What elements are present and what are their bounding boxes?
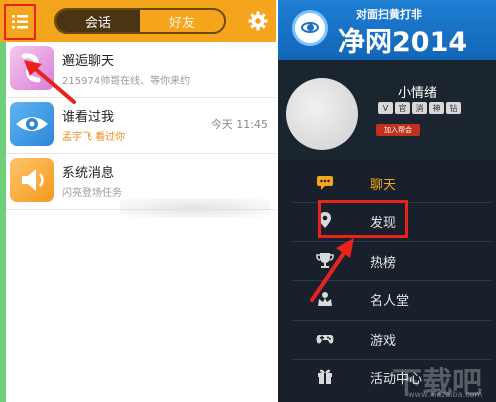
- menu-icon: [12, 15, 28, 29]
- menu-label: 聊天: [370, 178, 397, 193]
- god-badge: 神: [429, 102, 444, 114]
- crown-icon: [318, 292, 332, 306]
- chat-icon: [317, 176, 333, 190]
- list-item-encounter-chat[interactable]: 邂逅聊天 215974帅哥在线、等你来约: [6, 42, 276, 98]
- menu-label: 热榜: [370, 256, 397, 271]
- trophy-icon: [316, 253, 334, 268]
- avatar[interactable]: [286, 78, 358, 150]
- top-bar: 会话 好友: [0, 0, 276, 42]
- list-item-who-viewed-me[interactable]: 谁看过我 孟宇飞 看过你 今天 11:45: [6, 98, 276, 154]
- chat-app-icon: [10, 46, 54, 90]
- right-screen: 对面扫黄打非 净网2014 小情绪 V 官 消 神 钻 加入帮会 聊天 发现 热…: [278, 0, 496, 402]
- menu-item-games[interactable]: 游戏: [278, 318, 496, 358]
- tab-chat[interactable]: 会话: [56, 10, 140, 32]
- banner: 对面扫黄打非 净网2014: [278, 0, 496, 60]
- menu-label: 游戏: [370, 334, 397, 349]
- banner-title: 净网2014: [338, 27, 468, 58]
- menu-item-chat[interactable]: 聊天: [278, 162, 496, 202]
- row-title: 谁看过我: [62, 110, 115, 125]
- row-subtitle: 215974帅哥在线、等你来约: [62, 76, 191, 87]
- tab-switcher: 会话 好友: [54, 8, 226, 34]
- highlight-annotation: [318, 200, 408, 238]
- menu-button[interactable]: [4, 4, 36, 40]
- eye-icon: [10, 102, 54, 146]
- official-badge: 官: [395, 102, 410, 114]
- profile-card[interactable]: 小情绪 V 官 消 神 钻 加入帮会: [278, 60, 496, 160]
- gift-icon: [318, 369, 332, 384]
- left-screen: 会话 好友 邂逅聊天 215974帅哥在线、等你来约 谁看过我 孟宇飞 看过你 …: [0, 0, 276, 402]
- profile-name: 小情绪: [398, 86, 438, 101]
- gamepad-icon: [316, 335, 334, 344]
- eye-logo-icon: [292, 10, 328, 46]
- vip-badge: V: [378, 102, 393, 114]
- menu-item-hot-list[interactable]: 热榜: [278, 240, 496, 280]
- row-title: 邂逅聊天: [62, 54, 115, 69]
- menu-item-activity-center[interactable]: 活动中心: [278, 356, 496, 396]
- badge-row: V 官 消 神 钻: [378, 102, 461, 114]
- gear-icon[interactable]: [248, 11, 268, 31]
- row-subtitle: 孟宇飞 看过你: [62, 132, 126, 143]
- speaker-icon: [10, 158, 54, 202]
- screen-smudge: [120, 198, 270, 218]
- tab-friends[interactable]: 好友: [140, 10, 224, 32]
- menu-label: 名人堂: [370, 294, 410, 309]
- message-badge: 消: [412, 102, 427, 114]
- row-time: 今天 11:45: [210, 118, 268, 131]
- row-title: 系统消息: [62, 166, 115, 181]
- diamond-badge: 钻: [446, 102, 461, 114]
- menu-item-hall-of-fame[interactable]: 名人堂: [278, 278, 496, 318]
- menu-label: 活动中心: [370, 372, 423, 387]
- row-subtitle: 闪亮登场任务: [62, 188, 122, 199]
- join-guild-button[interactable]: 加入帮会: [376, 124, 420, 136]
